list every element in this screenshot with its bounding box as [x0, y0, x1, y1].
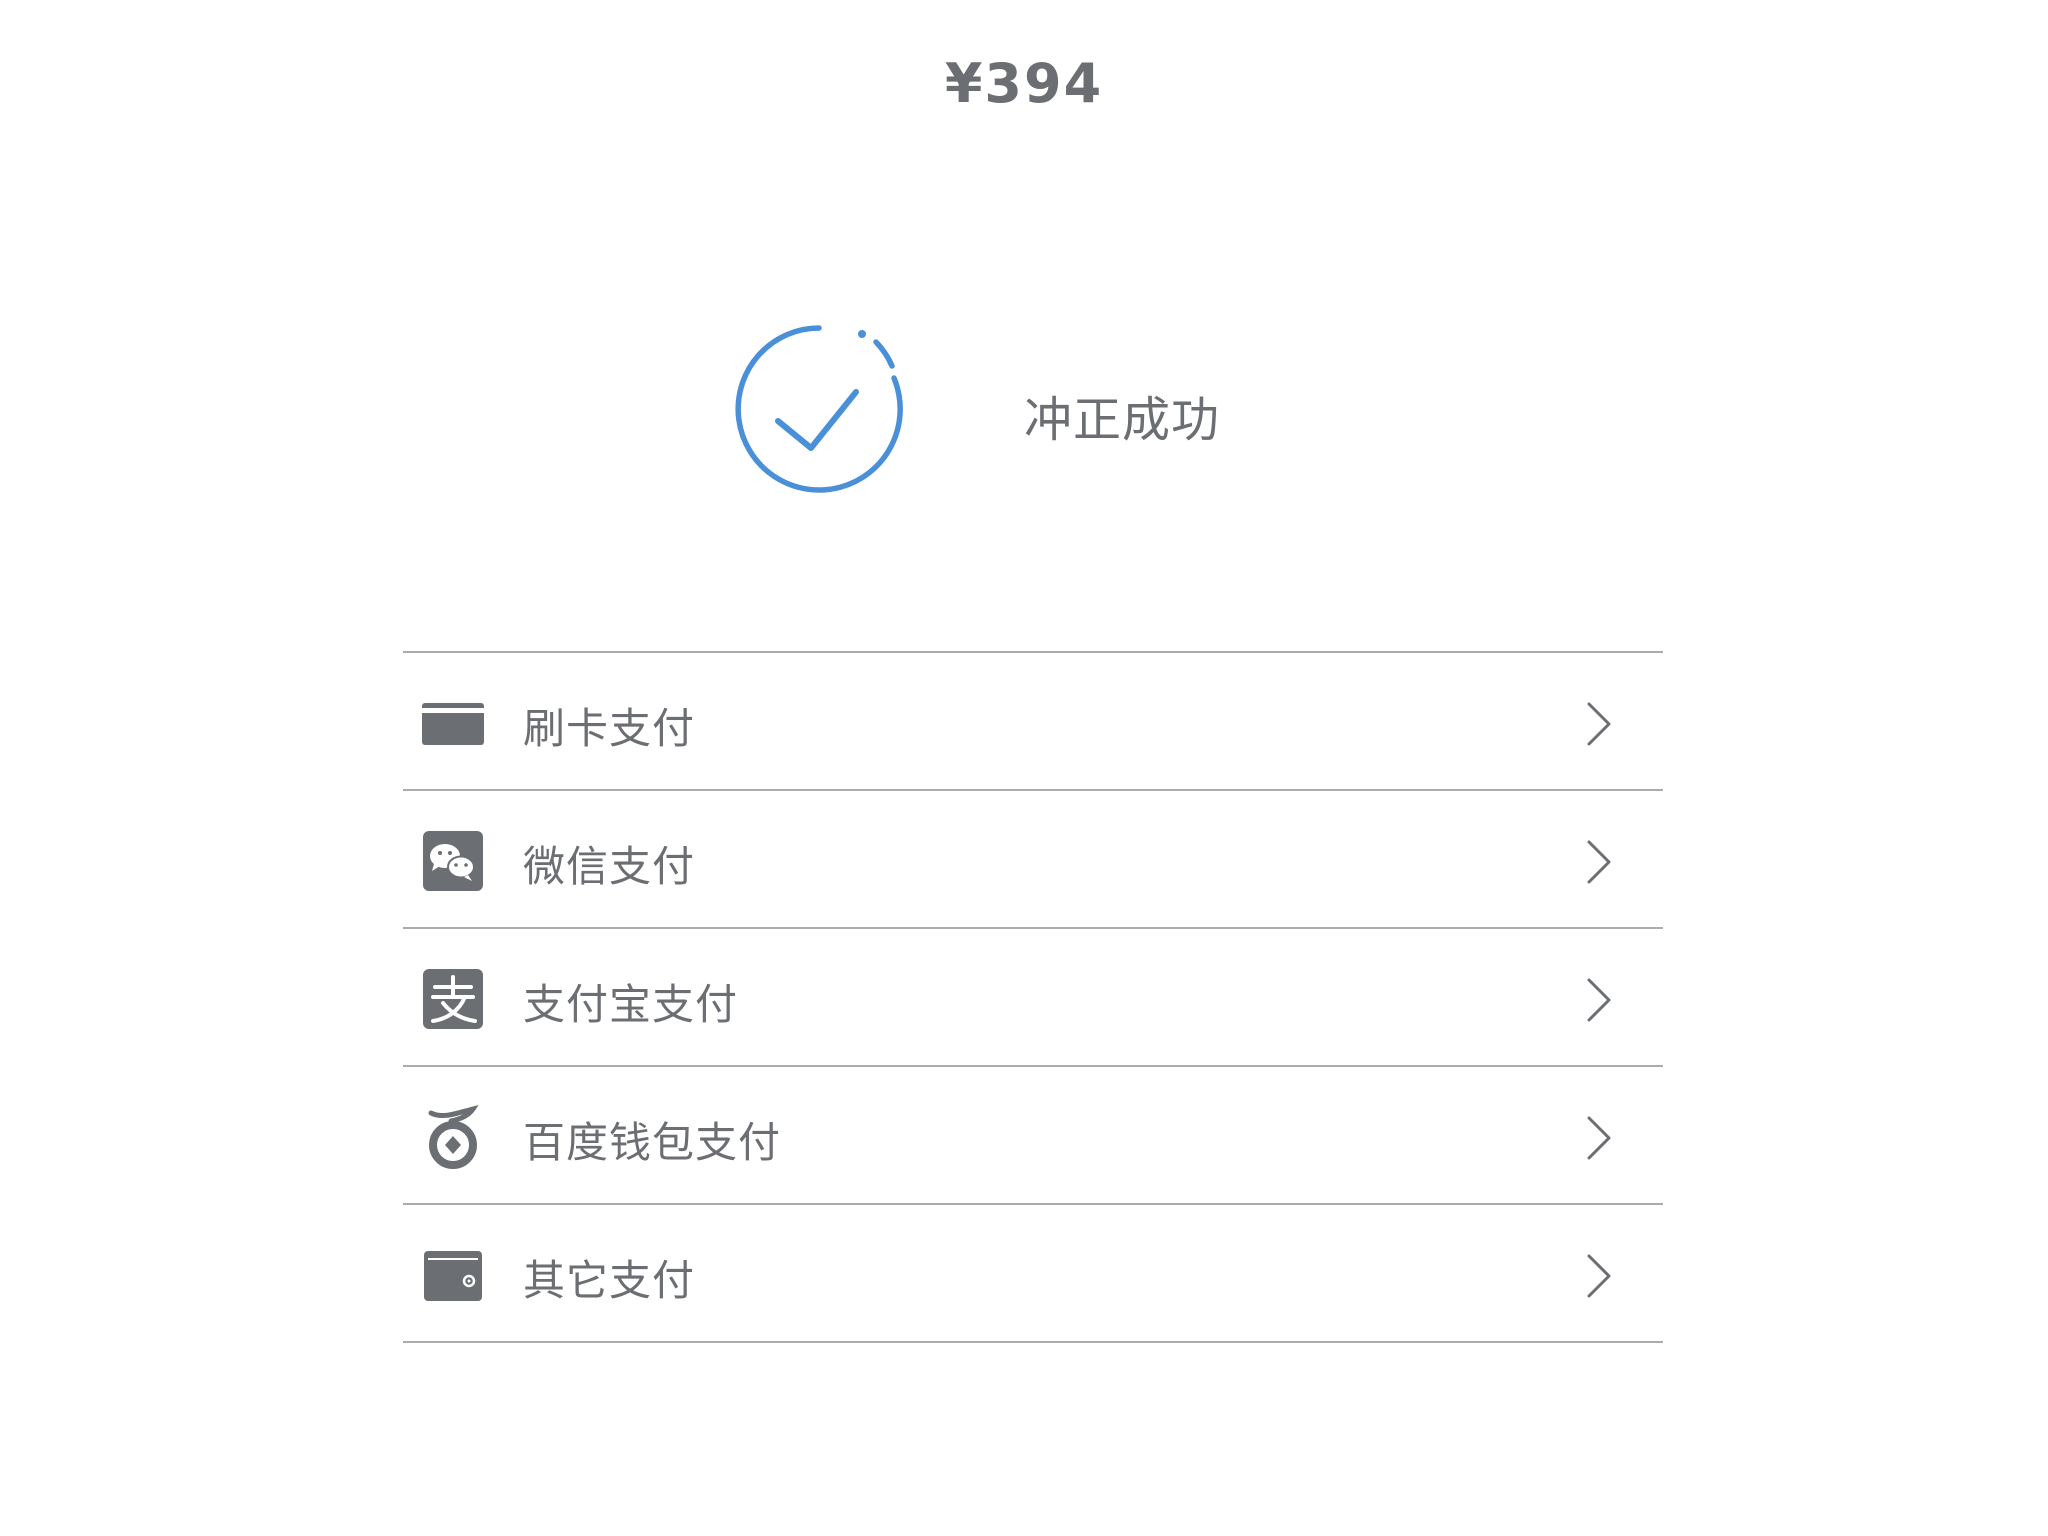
baidu-wallet-icon [428, 1105, 479, 1169]
wallet-icon [424, 1251, 482, 1301]
pay-method-label: 百度钱包支付 [523, 1118, 782, 1167]
pay-method-label: 支付宝支付 [523, 980, 739, 1029]
pay-method-alipay[interactable]: 支付宝支付 [403, 929, 1663, 1067]
payment-amount: ¥394 [944, 52, 1104, 115]
chevron-right-icon [1587, 840, 1611, 884]
pay-method-label: 微信支付 [523, 842, 696, 891]
pay-method-baidu-wallet[interactable]: 百度钱包支付 [403, 1067, 1663, 1205]
payment-method-list: 刷卡支付 微信支付 支付宝支付 百度钱包支付 其它支付 [403, 651, 1663, 1343]
chevron-right-icon [1587, 1116, 1611, 1160]
pay-method-card[interactable]: 刷卡支付 [403, 653, 1663, 791]
chevron-right-icon [1587, 702, 1611, 746]
pay-method-label: 其它支付 [523, 1256, 696, 1305]
bank-card-icon [422, 703, 484, 745]
status-text: 冲正成功 [1024, 392, 1221, 448]
chevron-right-icon [1587, 1254, 1611, 1298]
pay-method-wechat[interactable]: 微信支付 [403, 791, 1663, 929]
pay-method-label: 刷卡支付 [523, 704, 696, 753]
pay-method-other[interactable]: 其它支付 [403, 1205, 1663, 1343]
chevron-right-icon [1587, 978, 1611, 1022]
check-circle-icon [735, 325, 903, 493]
alipay-icon [423, 969, 483, 1029]
wechat-icon [423, 831, 483, 891]
